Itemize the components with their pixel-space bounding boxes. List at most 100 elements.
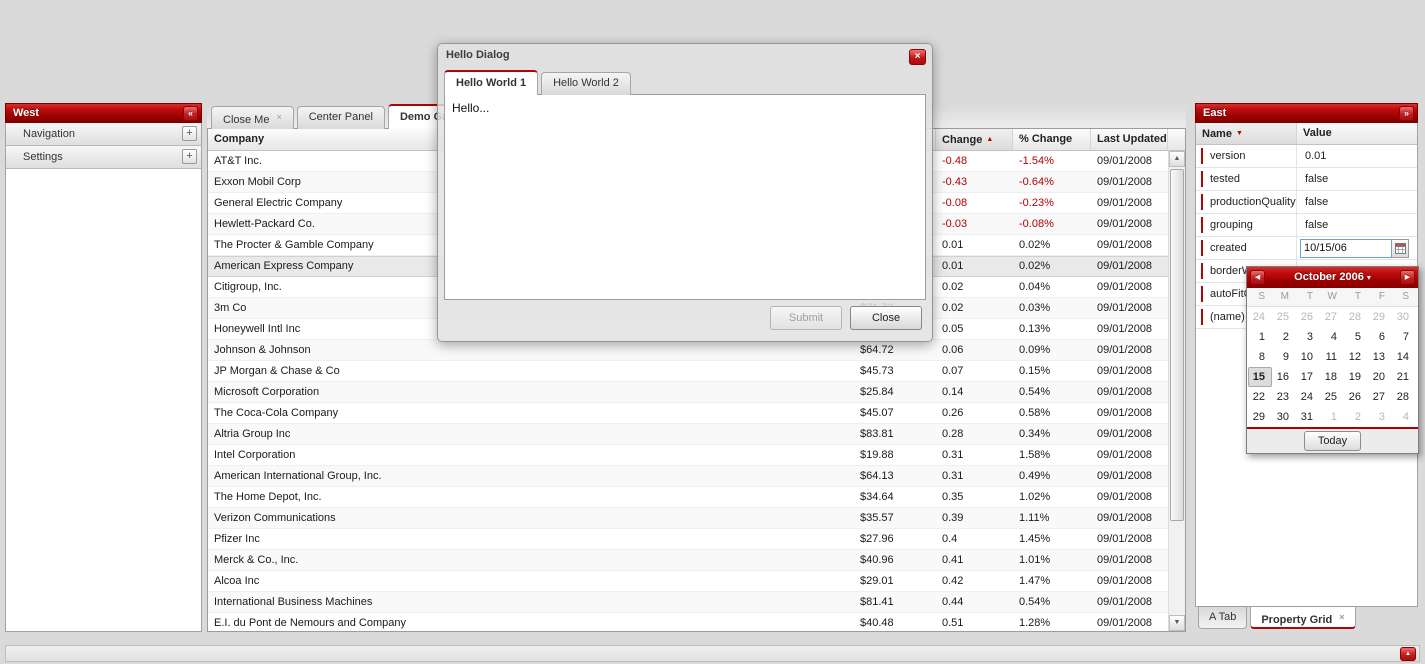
- column-header-change[interactable]: Change▲: [936, 129, 1013, 150]
- day-cell[interactable]: 27: [1320, 307, 1344, 327]
- day-cell[interactable]: 27: [1368, 387, 1392, 407]
- tab-close-me[interactable]: Close Me×: [211, 106, 294, 129]
- accordion-item-navigation[interactable]: Navigation+: [6, 123, 201, 146]
- property-row-productionquality[interactable]: productionQualityfalse: [1196, 191, 1417, 214]
- grid-row[interactable]: E.I. du Pont de Nemours and Company$40.4…: [208, 613, 1168, 631]
- tab-close-icon[interactable]: ×: [1339, 612, 1344, 622]
- day-cell[interactable]: 30: [1392, 307, 1416, 327]
- day-cell[interactable]: 24: [1296, 387, 1320, 407]
- cell-last-updated: 09/01/2008: [1091, 193, 1168, 213]
- day-cell[interactable]: 28: [1344, 307, 1368, 327]
- close-button[interactable]: Close: [850, 306, 922, 330]
- column-header-name[interactable]: Name▼: [1196, 123, 1297, 144]
- day-cell[interactable]: 31: [1296, 407, 1320, 427]
- day-cell[interactable]: 2: [1344, 407, 1368, 427]
- month-year-label[interactable]: October 2006: [1294, 271, 1364, 283]
- tab-close-icon[interactable]: ×: [276, 112, 281, 122]
- day-cell[interactable]: 12: [1344, 347, 1368, 367]
- dialog-tab-hello-world-2[interactable]: Hello World 2: [541, 72, 631, 95]
- day-cell[interactable]: 22: [1248, 387, 1272, 407]
- cell-pct-change: 0.02%: [1013, 256, 1091, 276]
- day-cell[interactable]: 17: [1296, 367, 1320, 387]
- weekday-label: W: [1320, 288, 1344, 306]
- property-row-tested[interactable]: testedfalse: [1196, 168, 1417, 191]
- property-row-grouping[interactable]: groupingfalse: [1196, 214, 1417, 237]
- day-cell[interactable]: 10: [1296, 347, 1320, 367]
- tab-center-panel[interactable]: Center Panel: [297, 106, 385, 129]
- east-tab-property-grid[interactable]: Property Grid×: [1250, 606, 1355, 629]
- day-cell[interactable]: 9: [1272, 347, 1296, 367]
- day-cell[interactable]: 26: [1296, 307, 1320, 327]
- day-cell[interactable]: 29: [1368, 307, 1392, 327]
- column-header-value[interactable]: Value: [1297, 123, 1417, 144]
- grid-row[interactable]: Microsoft Corporation$25.840.140.54%09/0…: [208, 382, 1168, 403]
- prev-month-icon[interactable]: ◀: [1250, 270, 1265, 285]
- grid-row[interactable]: Pfizer Inc$27.960.41.45%09/01/2008: [208, 529, 1168, 550]
- day-cell[interactable]: 11: [1320, 347, 1344, 367]
- day-cell[interactable]: 4: [1320, 327, 1344, 347]
- dialog-close-icon[interactable]: ×: [909, 49, 926, 65]
- day-cell[interactable]: 25: [1320, 387, 1344, 407]
- scrollbar-thumb[interactable]: [1170, 169, 1184, 521]
- day-cell[interactable]: 20: [1368, 367, 1392, 387]
- date-input[interactable]: [1300, 239, 1392, 258]
- day-cell[interactable]: 28: [1392, 387, 1416, 407]
- scroll-up-icon[interactable]: ▲: [1169, 151, 1185, 167]
- selected-day-cell[interactable]: 15: [1248, 367, 1272, 387]
- day-cell[interactable]: 4: [1392, 407, 1416, 427]
- day-cell[interactable]: 1: [1248, 327, 1272, 347]
- day-cell[interactable]: 21: [1392, 367, 1416, 387]
- expand-up-icon[interactable]: ▲: [1400, 647, 1416, 661]
- grid-row[interactable]: Merck & Co., Inc.$40.960.411.01%09/01/20…: [208, 550, 1168, 571]
- grid-row[interactable]: Intel Corporation$19.880.311.58%09/01/20…: [208, 445, 1168, 466]
- scroll-down-icon[interactable]: ▼: [1169, 615, 1185, 631]
- day-cell[interactable]: 23: [1272, 387, 1296, 407]
- day-cell[interactable]: 14: [1392, 347, 1416, 367]
- day-cell[interactable]: 13: [1368, 347, 1392, 367]
- grid-row[interactable]: JP Morgan & Chase & Co$45.730.070.15%09/…: [208, 361, 1168, 382]
- property-row-version[interactable]: version0.01: [1196, 145, 1417, 168]
- cell-company: Pfizer Inc: [208, 529, 854, 549]
- column-header-change[interactable]: % Change: [1013, 129, 1091, 150]
- day-cell[interactable]: 5: [1344, 327, 1368, 347]
- cell-last-updated: 09/01/2008: [1091, 571, 1168, 591]
- day-cell[interactable]: 19: [1344, 367, 1368, 387]
- expand-plus-icon[interactable]: +: [182, 126, 197, 141]
- accordion-item-settings[interactable]: Settings+: [6, 146, 201, 169]
- grid-scrollbar[interactable]: ▲ ▼: [1168, 151, 1185, 631]
- grid-row[interactable]: The Home Depot, Inc.$34.640.351.02%09/01…: [208, 487, 1168, 508]
- day-cell[interactable]: 30: [1272, 407, 1296, 427]
- day-cell[interactable]: 1: [1320, 407, 1344, 427]
- grid-row[interactable]: Alcoa Inc$29.010.421.47%09/01/2008: [208, 571, 1168, 592]
- month-dropdown-icon[interactable]: ▾: [1367, 273, 1371, 282]
- column-header-last-updated[interactable]: Last Updated: [1091, 129, 1168, 150]
- grid-row[interactable]: American International Group, Inc.$64.13…: [208, 466, 1168, 487]
- day-cell[interactable]: 2: [1272, 327, 1296, 347]
- grid-row[interactable]: Verizon Communications$35.570.391.11%09/…: [208, 508, 1168, 529]
- grid-row[interactable]: The Coca-Cola Company$45.070.260.58%09/0…: [208, 403, 1168, 424]
- collapse-left-icon[interactable]: «: [183, 106, 198, 121]
- next-month-icon[interactable]: ▶: [1400, 270, 1415, 285]
- east-tab-a-tab[interactable]: A Tab: [1198, 606, 1247, 629]
- day-cell[interactable]: 7: [1392, 327, 1416, 347]
- day-cell[interactable]: 3: [1368, 407, 1392, 427]
- grid-row[interactable]: Altria Group Inc$83.810.280.34%09/01/200…: [208, 424, 1168, 445]
- cell-pct-change: 0.09%: [1013, 340, 1091, 360]
- day-cell[interactable]: 24: [1248, 307, 1272, 327]
- grid-row[interactable]: Johnson & Johnson$64.720.060.09%09/01/20…: [208, 340, 1168, 361]
- property-row-created[interactable]: created: [1196, 237, 1417, 260]
- day-cell[interactable]: 18: [1320, 367, 1344, 387]
- date-trigger-button[interactable]: [1392, 239, 1409, 258]
- day-cell[interactable]: 3: [1296, 327, 1320, 347]
- day-cell[interactable]: 26: [1344, 387, 1368, 407]
- dialog-tab-hello-world-1[interactable]: Hello World 1: [444, 70, 538, 95]
- day-cell[interactable]: 6: [1368, 327, 1392, 347]
- day-cell[interactable]: 8: [1248, 347, 1272, 367]
- collapse-right-icon[interactable]: »: [1399, 106, 1414, 121]
- day-cell[interactable]: 25: [1272, 307, 1296, 327]
- grid-row[interactable]: International Business Machines$81.410.4…: [208, 592, 1168, 613]
- today-button[interactable]: Today: [1304, 431, 1361, 451]
- expand-plus-icon[interactable]: +: [182, 149, 197, 164]
- day-cell[interactable]: 16: [1272, 367, 1296, 387]
- day-cell[interactable]: 29: [1248, 407, 1272, 427]
